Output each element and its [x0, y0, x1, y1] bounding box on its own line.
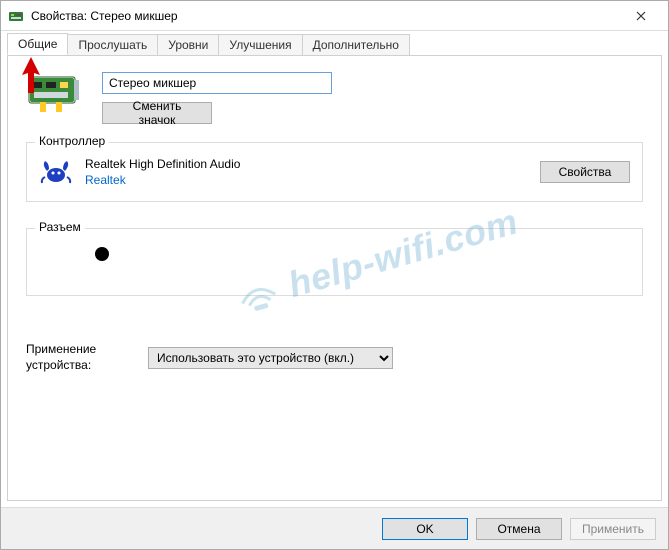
button-label: Свойства	[559, 165, 612, 179]
device-name-column: Сменить значок	[102, 72, 332, 124]
device-usage-select[interactable]: Использовать это устройство (вкл.)	[148, 347, 393, 369]
jack-groupbox: Разъем	[26, 228, 643, 296]
cancel-button[interactable]: Отмена	[476, 518, 562, 540]
tab-advanced[interactable]: Дополнительно	[302, 34, 410, 55]
button-label: Сменить значок	[115, 99, 199, 127]
ok-button[interactable]: OK	[382, 518, 468, 540]
jack-color-indicator	[95, 247, 109, 261]
dialog-button-bar: OK Отмена Применить	[1, 507, 668, 549]
tab-content-general: Сменить значок Контроллер	[8, 56, 661, 500]
button-label: OK	[416, 522, 433, 536]
tab-label: Улучшения	[229, 38, 291, 52]
controller-vendor-link[interactable]: Realtek	[85, 173, 528, 187]
button-label: Отмена	[497, 522, 540, 536]
device-header: Сменить значок	[26, 72, 643, 124]
apply-button[interactable]: Применить	[570, 518, 656, 540]
controller-group-label: Контроллер	[35, 134, 109, 148]
tab-enhancements[interactable]: Улучшения	[218, 34, 302, 55]
tab-label: Общие	[18, 37, 57, 51]
tab-levels[interactable]: Уровни	[157, 34, 219, 55]
jack-group-label: Разъем	[35, 220, 85, 234]
device-usage-label: Применение устройства:	[26, 342, 126, 373]
tab-label: Дополнительно	[313, 38, 399, 52]
window-title: Свойства: Стерео микшер	[31, 9, 618, 23]
tab-panel: Сменить значок Контроллер	[7, 55, 662, 501]
titlebar: Свойства: Стерео микшер	[1, 1, 668, 31]
tab-label: Уровни	[168, 38, 208, 52]
tab-strip: Общие Прослушать Уровни Улучшения Дополн…	[1, 31, 668, 55]
window-icon	[9, 8, 25, 24]
device-usage-row: Применение устройства: Использовать это …	[26, 342, 643, 373]
controller-groupbox: Контроллер Real	[26, 142, 643, 202]
device-name-input[interactable]	[102, 72, 332, 94]
button-label: Применить	[582, 522, 644, 536]
tab-general[interactable]: Общие	[7, 33, 68, 55]
tab-label: Прослушать	[78, 38, 147, 52]
controller-row: Realtek High Definition Audio Realtek Св…	[39, 155, 630, 189]
sound-card-icon	[26, 72, 86, 118]
controller-name: Realtek High Definition Audio	[85, 157, 528, 171]
controller-text: Realtek High Definition Audio Realtek	[85, 157, 528, 187]
controller-properties-button[interactable]: Свойства	[540, 161, 630, 183]
properties-window: Свойства: Стерео микшер Общие Прослушать…	[0, 0, 669, 550]
close-button[interactable]	[618, 1, 664, 31]
change-icon-button[interactable]: Сменить значок	[102, 102, 212, 124]
realtek-crab-icon	[39, 155, 73, 189]
tab-listen[interactable]: Прослушать	[67, 34, 158, 55]
